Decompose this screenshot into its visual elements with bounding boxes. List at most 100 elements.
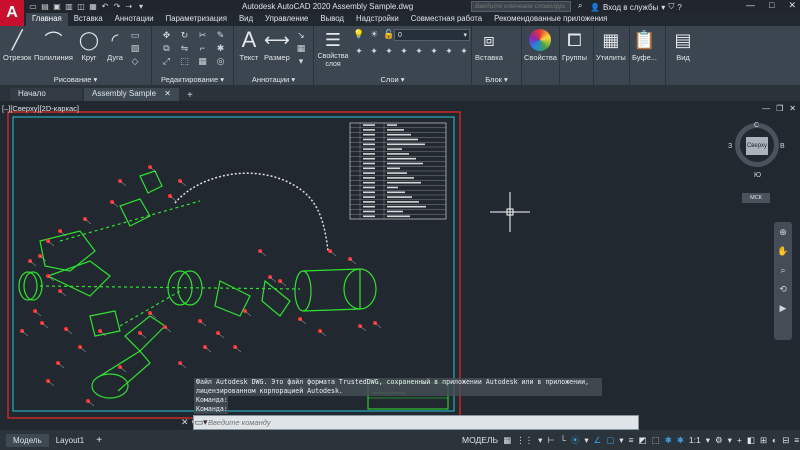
- tab-annotate[interactable]: Аннотации: [109, 13, 160, 26]
- lineweight-icon[interactable]: ≡: [629, 435, 634, 445]
- ortho-icon[interactable]: └: [560, 435, 566, 445]
- tab-featured-apps[interactable]: Рекомендованные приложения: [488, 13, 613, 26]
- tab-collaborate[interactable]: Совместная работа: [405, 13, 488, 26]
- lightbulb-icon[interactable]: 💡: [352, 29, 366, 41]
- application-menu-button[interactable]: A: [0, 0, 24, 26]
- layer-tool-3-icon[interactable]: ✦: [382, 46, 396, 58]
- viewport-close-icon[interactable]: ✕: [789, 104, 796, 113]
- erase-icon[interactable]: ✎: [212, 30, 229, 42]
- polar-icon[interactable]: ⦿: [571, 434, 580, 446]
- showmotion-icon[interactable]: ▶: [780, 303, 787, 314]
- layer-tool-8-icon[interactable]: ✦: [457, 46, 471, 58]
- polar-dropdown-icon[interactable]: ▾: [584, 435, 588, 446]
- qat-dropdown-icon[interactable]: ▾: [136, 1, 146, 11]
- scale-icon[interactable]: ⬚: [176, 56, 193, 68]
- compass-north[interactable]: С: [754, 122, 759, 129]
- rectangle-icon[interactable]: ▭: [128, 30, 142, 42]
- grid-icon[interactable]: ▦: [503, 435, 511, 446]
- pan-icon[interactable]: ✋: [777, 246, 788, 257]
- save-as-icon[interactable]: ▥: [64, 1, 74, 11]
- trim-icon[interactable]: ✂: [194, 30, 211, 42]
- command-prompt-icon[interactable]: ▭▾: [194, 417, 208, 428]
- quick-properties-icon[interactable]: ⊞: [760, 435, 767, 446]
- print-icon[interactable]: ▦: [88, 1, 98, 11]
- scale-dropdown-icon[interactable]: ▾: [706, 435, 710, 446]
- panel-modify-title[interactable]: Редактирование ▾: [152, 75, 233, 84]
- viewcube[interactable]: С Ю З В Сверху: [728, 122, 785, 183]
- snap-icon[interactable]: ⋮⋮: [516, 435, 533, 446]
- annotation-visibility-icon[interactable]: ✱: [665, 435, 672, 446]
- tab-insert[interactable]: Вставка: [68, 13, 109, 26]
- viewport-restore-icon[interactable]: ❐: [776, 104, 783, 113]
- boundary-icon[interactable]: ◇: [128, 56, 142, 68]
- annotation-monitor-icon[interactable]: +: [737, 435, 742, 445]
- command-input[interactable]: [208, 418, 608, 427]
- layer-tool-4-icon[interactable]: ✦: [397, 46, 411, 58]
- viewcube-top-face[interactable]: Сверху: [746, 137, 768, 155]
- panel-layers-title[interactable]: Слои ▾: [314, 75, 471, 84]
- move-icon[interactable]: ✥: [158, 30, 175, 42]
- annotation-scale[interactable]: 1:1: [689, 435, 701, 445]
- copy-icon[interactable]: ⧉: [158, 43, 175, 55]
- panel-block-title[interactable]: Блок ▾: [472, 75, 521, 84]
- arc-button[interactable]: ◜ Дуга: [104, 29, 126, 63]
- new-file-icon[interactable]: ▭: [28, 1, 38, 11]
- undo-icon[interactable]: ↶: [100, 1, 110, 11]
- add-layout-button[interactable]: +: [91, 435, 107, 446]
- compass-east[interactable]: В: [780, 143, 785, 150]
- customization-icon[interactable]: ≡: [794, 435, 799, 445]
- orbit-icon[interactable]: ⟲: [779, 284, 787, 295]
- layer-tool-7-icon[interactable]: ✦: [442, 46, 456, 58]
- workspace-dropdown-icon[interactable]: ▾: [728, 435, 732, 446]
- table-icon[interactable]: ▦: [294, 43, 308, 55]
- tab-addins[interactable]: Надстройки: [350, 13, 405, 26]
- signin-button[interactable]: 👤 Вход в службы ▾ ⛉ ?: [590, 2, 682, 12]
- rotate-icon[interactable]: ↻: [176, 30, 193, 42]
- close-tab-icon[interactable]: ✕: [164, 89, 171, 98]
- layer-tool-1-icon[interactable]: ✦: [352, 46, 366, 58]
- markup-icon[interactable]: ▾: [294, 56, 308, 68]
- cart-icon[interactable]: ⛉: [668, 2, 674, 12]
- layer-tool-2-icon[interactable]: ✦: [367, 46, 381, 58]
- maximize-button[interactable]: □: [769, 0, 774, 11]
- tab-output[interactable]: Вывод: [314, 13, 350, 26]
- osnap-icon[interactable]: ▢: [606, 435, 614, 446]
- web-mobile-icon[interactable]: ◫: [76, 1, 86, 11]
- offset-icon[interactable]: ◎: [212, 56, 229, 68]
- transparency-icon[interactable]: ◩: [639, 435, 647, 446]
- open-file-icon[interactable]: ▤: [40, 1, 50, 11]
- viewport-controls-label[interactable]: [–][Сверху][2D-каркас]: [2, 104, 79, 113]
- leader-icon[interactable]: ↘: [294, 30, 308, 42]
- mirror-icon[interactable]: ⇋: [176, 43, 193, 55]
- panel-annotation-title[interactable]: Аннотации ▾: [234, 75, 313, 84]
- tab-manage[interactable]: Управление: [259, 13, 314, 26]
- model-space-button[interactable]: МОДЕЛЬ: [462, 435, 498, 445]
- groups-button[interactable]: ⧠ Группы: [562, 29, 587, 63]
- sun-icon[interactable]: ☀: [367, 29, 381, 41]
- properties-button[interactable]: Свойства: [524, 29, 557, 62]
- tab-parametric[interactable]: Параметризация: [160, 13, 233, 26]
- dimension-button[interactable]: ⟷ Размер: [264, 29, 290, 63]
- tab-model[interactable]: Модель: [6, 433, 49, 447]
- autoscale-icon[interactable]: ✱: [677, 435, 684, 446]
- tab-view[interactable]: Вид: [233, 13, 259, 26]
- explode-icon[interactable]: ✱: [212, 43, 229, 55]
- wcs-menu[interactable]: МСК: [742, 193, 770, 203]
- tab-assembly-sample[interactable]: Assembly Sample ✕: [84, 88, 179, 101]
- viewport-minimize-icon[interactable]: —: [762, 104, 770, 113]
- isolate-objects-icon[interactable]: ⊟: [782, 435, 789, 446]
- tab-home[interactable]: Главная: [26, 13, 68, 26]
- layer-tool-5-icon[interactable]: ✦: [412, 46, 426, 58]
- clipboard-button[interactable]: 📋 Буфе...: [632, 29, 657, 63]
- panel-draw-title[interactable]: Рисование ▾: [0, 75, 151, 84]
- layer-tool-6-icon[interactable]: ✦: [427, 46, 441, 58]
- search-input[interactable]: [475, 3, 565, 10]
- add-tab-button[interactable]: +: [181, 90, 199, 101]
- osnap-tracking-icon[interactable]: ∠: [594, 435, 602, 446]
- layer-dropdown[interactable]: 0 ▾: [394, 29, 470, 41]
- tab-layout1[interactable]: Layout1: [49, 434, 91, 447]
- close-button[interactable]: ✕: [788, 0, 796, 11]
- view-button[interactable]: ▤ Вид: [672, 29, 694, 63]
- hatch-icon[interactable]: ▧: [128, 43, 142, 55]
- share-icon[interactable]: ⇢: [124, 1, 134, 11]
